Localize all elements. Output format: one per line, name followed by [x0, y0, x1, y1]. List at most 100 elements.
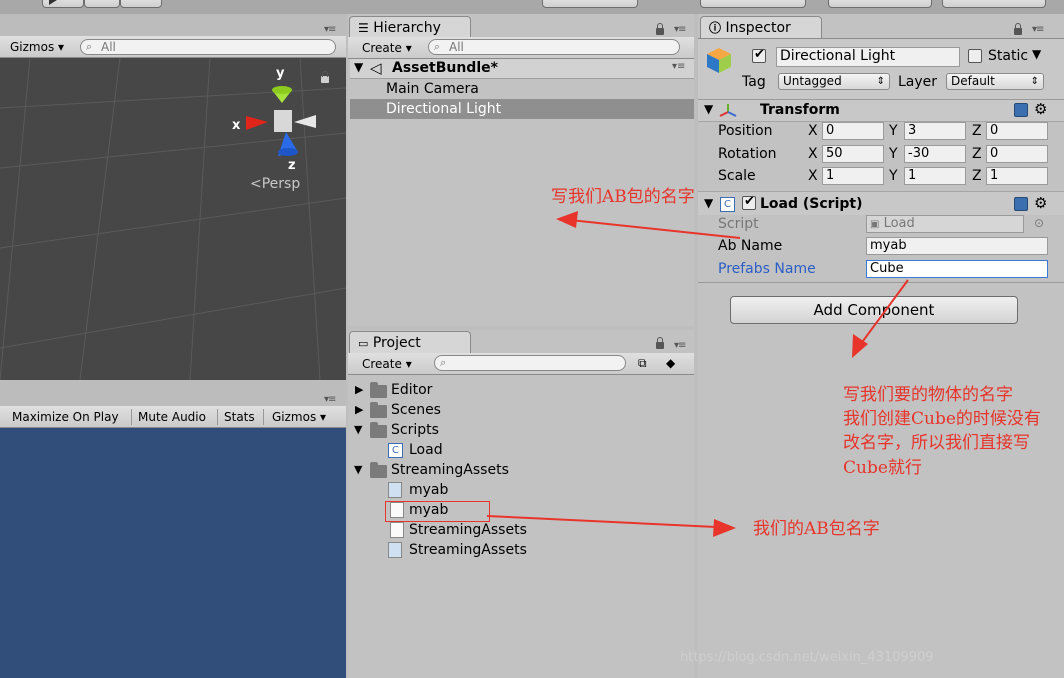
rotation-x-field[interactable]: 50	[822, 145, 884, 163]
list-icon: ☰	[358, 21, 369, 35]
transform-fields: Position X 0 Y 3 Z 0 Rotation X 50 Y -30…	[698, 122, 1064, 188]
axis-y-label: Y	[889, 168, 898, 184]
tree-item-streamingassets-bundle[interactable]: StreamingAssets	[350, 540, 694, 560]
active-checkbox[interactable]: ✔	[752, 47, 766, 63]
account-button[interactable]	[700, 0, 806, 8]
transform-icon	[719, 104, 737, 117]
prefabs-name-field[interactable]: Cube	[866, 260, 1048, 278]
watermark: https://blog.csdn.net/weixin_43109909	[680, 650, 934, 665]
maximize-on-play-toggle[interactable]: Maximize On Play	[8, 409, 132, 425]
static-checkbox[interactable]	[968, 49, 982, 63]
script-small-icon: ▣	[870, 219, 880, 230]
folder-icon	[370, 382, 387, 398]
axis-z-label: Z	[972, 168, 982, 184]
scene-viewport[interactable]: y x z <Persp	[0, 58, 346, 380]
position-z-field[interactable]: 0	[986, 122, 1048, 140]
add-component-button[interactable]: Add Component	[730, 296, 1018, 324]
scene-gizmo[interactable]	[228, 68, 338, 178]
tree-item-myab-bundle[interactable]: myab	[350, 480, 694, 500]
scale-z-field[interactable]: 1	[986, 167, 1048, 185]
hierarchy-item[interactable]: Main Camera	[350, 79, 694, 99]
object-name-field[interactable]: Directional Light	[776, 47, 960, 67]
layer-dropdown[interactable]: Default ⇕	[946, 73, 1044, 90]
checkmark-icon: ✔	[744, 194, 755, 209]
scene-toolbar: Gizmos ▾ ⌕ All	[0, 36, 346, 58]
highlight-box	[385, 501, 490, 522]
project-create-dropdown[interactable]: Create ▾	[358, 356, 420, 372]
project-search-input[interactable]: ⌕	[434, 355, 626, 371]
game-menu-icon[interactable]: ▾≡	[324, 394, 336, 405]
tree-item-scripts[interactable]: ▼ Scripts	[350, 420, 694, 440]
project-menu-icon[interactable]: ▾≡	[674, 340, 686, 351]
scene-menu-icon[interactable]: ▾≡	[324, 24, 336, 35]
inspector-menu-icon[interactable]: ▾≡	[1032, 24, 1044, 35]
script-component-header[interactable]: ▼ C ✔ Load (Script) ⚙	[698, 191, 1064, 215]
tree-item-streamingassets-folder[interactable]: ▼ StreamingAssets	[350, 460, 694, 480]
hierarchy-lock-icon[interactable]	[656, 23, 664, 35]
prefabs-name-label: Prefabs Name	[718, 261, 816, 277]
updown-icon: ⇕	[876, 76, 885, 87]
tree-item-load-script[interactable]: C Load	[350, 440, 694, 460]
scene-search-input[interactable]: ⌕ All	[80, 39, 336, 55]
search-icon: ⌕	[86, 40, 93, 53]
help-book-icon[interactable]	[1014, 103, 1028, 117]
gameobject-cube-icon	[707, 48, 731, 73]
expanded-arrow-icon: ▼	[354, 463, 363, 476]
expanded-arrow-icon: ▼	[354, 423, 363, 436]
tree-item-editor[interactable]: ▶ Editor	[350, 380, 694, 400]
hierarchy-toolbar: Create ▾ ⌕ All	[348, 37, 694, 59]
hierarchy-create-dropdown[interactable]: Create ▾	[358, 40, 418, 56]
transform-header[interactable]: ▼ Transform ⚙	[698, 100, 1064, 122]
step-button[interactable]	[120, 0, 162, 8]
layers-dropdown[interactable]	[828, 0, 932, 8]
filter-label-icon[interactable]: ◆	[666, 356, 675, 370]
scale-x-field[interactable]: 1	[822, 167, 884, 185]
rotation-z-field[interactable]: 0	[986, 145, 1048, 163]
hierarchy-item-selected[interactable]: Directional Light	[350, 99, 694, 119]
tree-item-scenes[interactable]: ▶ Scenes	[350, 400, 694, 420]
mute-audio-toggle[interactable]: Mute Audio	[134, 409, 218, 425]
axis-x-label: X	[808, 123, 818, 139]
scale-y-field[interactable]: 1	[904, 167, 966, 185]
static-dropdown-icon[interactable]: ▼	[1032, 47, 1041, 61]
hierarchy-menu-icon[interactable]: ▾≡	[674, 24, 686, 35]
rotation-y-field[interactable]: -30	[904, 145, 966, 163]
scene-options-icon[interactable]: ▾≡	[672, 61, 685, 72]
axis-x-label: X	[808, 168, 818, 184]
project-lock-icon[interactable]	[656, 337, 664, 349]
pause-button[interactable]	[84, 0, 120, 8]
inspector-lock-icon[interactable]	[1014, 23, 1022, 35]
folder-icon	[370, 422, 387, 438]
help-book-icon[interactable]	[1014, 197, 1028, 211]
play-button[interactable]	[42, 0, 84, 8]
gear-icon[interactable]: ⚙	[1034, 194, 1047, 212]
object-picker-icon[interactable]: ⊙	[1034, 216, 1044, 230]
hierarchy-search-input[interactable]: ⌕ All	[428, 39, 680, 55]
tag-dropdown[interactable]: Untagged ⇕	[778, 73, 890, 90]
position-x-field[interactable]: 0	[822, 122, 884, 140]
file-icon	[390, 522, 404, 538]
tab-project[interactable]: ▭ Project	[349, 331, 471, 355]
ab-name-label: Ab Name	[718, 238, 783, 254]
gizmo-x-label: x	[232, 118, 241, 133]
scene-gizmos-dropdown[interactable]: Gizmos ▾	[6, 39, 72, 55]
collab-button[interactable]	[542, 0, 638, 8]
game-gizmos-dropdown[interactable]: Gizmos ▾	[268, 409, 338, 425]
layout-dropdown[interactable]	[942, 0, 1046, 8]
script-enabled-checkbox[interactable]: ✔	[742, 194, 756, 210]
tag-label: Tag	[742, 74, 766, 90]
gear-icon[interactable]: ⚙	[1034, 100, 1047, 118]
filter-type-icon[interactable]: ⧉	[638, 356, 647, 371]
tree-item-streamingassets-file[interactable]: StreamingAssets	[350, 520, 694, 540]
info-icon: ⓘ	[709, 21, 722, 35]
annotation-object-line-1: 写我们要的物体的名字	[843, 385, 1013, 405]
tab-inspector[interactable]: ⓘ Inspector	[700, 16, 822, 40]
scene-header-row[interactable]: ▼ ◁ AssetBundle* ▾≡	[350, 59, 694, 79]
axis-z-label: Z	[972, 146, 982, 162]
ab-name-field[interactable]: myab	[866, 237, 1048, 255]
collapsed-arrow-icon: ▶	[355, 383, 364, 396]
stats-toggle[interactable]: Stats	[220, 409, 264, 425]
game-viewport[interactable]	[0, 428, 346, 678]
position-y-field[interactable]: 3	[904, 122, 966, 140]
persp-toggle[interactable]: <Persp	[250, 176, 300, 192]
